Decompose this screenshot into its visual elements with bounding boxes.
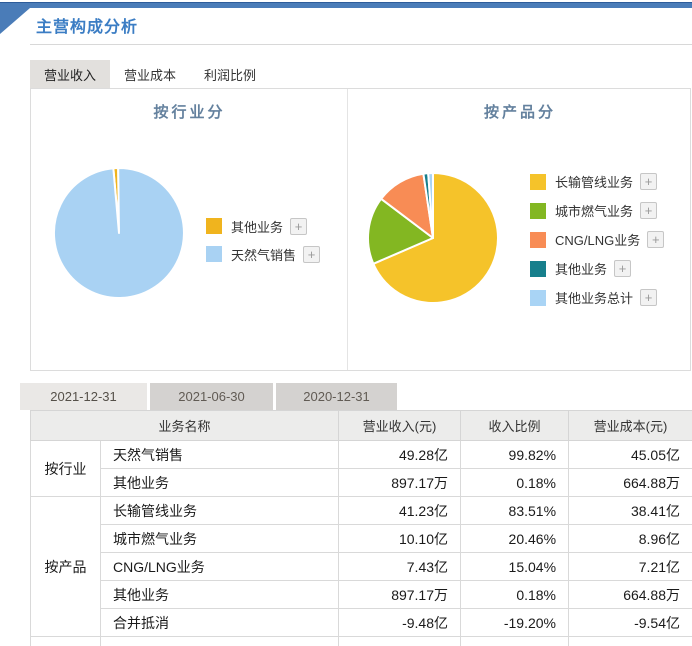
cell-cost: 38.41亿	[569, 497, 692, 525]
title-divider	[30, 44, 692, 45]
cell-business-name: CNG/LNG业务	[101, 553, 339, 581]
table-row: 按产品长输管线业务41.23亿83.51%38.41亿	[31, 497, 692, 525]
pie-slice[interactable]	[54, 168, 184, 298]
legend-by-industry: 其他业务 + 天然气销售 +	[206, 212, 320, 268]
legend-label: 长输管线业务	[555, 172, 633, 191]
table-header-row: 业务名称 营业收入(元) 收入比例 营业成本(元)	[31, 411, 692, 441]
empty-cell	[569, 637, 692, 646]
legend-item[interactable]: 其他业务总计 +	[530, 283, 664, 312]
cell-business-name: 天然气销售	[101, 441, 339, 469]
legend-item[interactable]: 长输管线业务 +	[530, 167, 664, 196]
add-series-plus-icon[interactable]: +	[640, 173, 657, 190]
legend-swatch-icon	[206, 218, 222, 234]
table-row: 合并抵消-9.48亿-19.20%-9.54亿	[31, 609, 692, 637]
cell-revenue: 897.17万	[339, 581, 461, 609]
legend-item[interactable]: 天然气销售 +	[206, 240, 320, 268]
legend-by-product: 长输管线业务+城市燃气业务+CNG/LNG业务+其他业务+其他业务总计+	[530, 167, 664, 312]
legend-label: 其他业务总计	[555, 288, 633, 307]
table-row: 其他业务897.17万0.18%664.88万	[31, 469, 692, 497]
cell-cost: 8.96亿	[569, 525, 692, 553]
chart-title-by-industry: 按行业分	[31, 101, 348, 122]
table-row: 其他业务897.17万0.18%664.88万	[31, 581, 692, 609]
legend-label: 其他业务	[231, 217, 283, 236]
empty-cell	[461, 637, 569, 646]
cell-cost: -9.54亿	[569, 609, 692, 637]
cell-revenue: 7.43亿	[339, 553, 461, 581]
col-header-business-name: 业务名称	[31, 411, 339, 441]
add-series-plus-icon[interactable]: +	[647, 231, 664, 248]
cell-ratio: 83.51%	[461, 497, 569, 525]
cell-cost: 7.21亿	[569, 553, 692, 581]
legend-swatch-icon	[530, 174, 546, 190]
table-row: CNG/LNG业务7.43亿15.04%7.21亿	[31, 553, 692, 581]
legend-item[interactable]: CNG/LNG业务 +	[530, 225, 664, 254]
empty-cell	[339, 637, 461, 646]
cell-ratio: -19.20%	[461, 609, 569, 637]
cell-business-name: 合并抵消	[101, 609, 339, 637]
cell-cost: 664.88万	[569, 581, 692, 609]
cell-cost: 664.88万	[569, 469, 692, 497]
metric-tabs: 营业收入 营业成本 利润比例	[30, 60, 270, 88]
corner-ribbon	[0, 8, 30, 34]
col-header-revenue: 营业收入(元)	[339, 411, 461, 441]
row-group-label: 按行业	[31, 441, 101, 497]
tab-operating-revenue[interactable]: 营业收入	[30, 60, 110, 88]
col-header-cost: 营业成本(元)	[569, 411, 692, 441]
chart-title-by-product: 按产品分	[348, 101, 692, 122]
add-series-plus-icon[interactable]: +	[614, 260, 631, 277]
add-series-plus-icon[interactable]: +	[640, 202, 657, 219]
pie-chart-by-industry	[49, 163, 189, 303]
legend-swatch-icon	[530, 203, 546, 219]
cell-ratio: 0.18%	[461, 469, 569, 497]
cell-revenue: 49.28亿	[339, 441, 461, 469]
table-row-partial	[31, 637, 692, 646]
composition-table: 业务名称 营业收入(元) 收入比例 营业成本(元) 按行业天然气销售49.28亿…	[30, 410, 692, 646]
cell-business-name: 其他业务	[101, 469, 339, 497]
legend-swatch-icon	[206, 246, 222, 262]
cell-ratio: 99.82%	[461, 441, 569, 469]
cell-ratio: 15.04%	[461, 553, 569, 581]
cell-ratio: 20.46%	[461, 525, 569, 553]
empty-cell	[31, 637, 101, 646]
table-row: 按行业天然气销售49.28亿99.82%45.05亿	[31, 441, 692, 469]
cell-revenue: 41.23亿	[339, 497, 461, 525]
panel-divider	[347, 89, 348, 370]
date-tab-2020-12-31[interactable]: 2020-12-31	[276, 383, 397, 410]
cell-revenue: 10.10亿	[339, 525, 461, 553]
cell-cost: 45.05亿	[569, 441, 692, 469]
legend-item[interactable]: 其他业务 +	[530, 254, 664, 283]
pie-chart-by-product	[363, 168, 503, 308]
charts-panel: 按行业分 按产品分 其他业务+天然气销售+ 长输管线业务+城市燃气业务+CNG/…	[30, 88, 691, 371]
legend-label: 天然气销售	[231, 245, 296, 264]
cell-revenue: 897.17万	[339, 469, 461, 497]
empty-cell	[101, 637, 339, 646]
legend-label: 其他业务	[555, 259, 607, 278]
tab-profit-ratio[interactable]: 利润比例	[190, 60, 270, 88]
add-series-plus-icon[interactable]: +	[290, 218, 307, 235]
cell-business-name: 长输管线业务	[101, 497, 339, 525]
date-tab-2021-06-30[interactable]: 2021-06-30	[150, 383, 273, 410]
tab-operating-cost[interactable]: 营业成本	[110, 60, 190, 88]
legend-label: CNG/LNG业务	[555, 230, 640, 249]
page-title: 主营构成分析	[36, 13, 138, 37]
cell-ratio: 0.18%	[461, 581, 569, 609]
legend-swatch-icon	[530, 290, 546, 306]
date-tab-2021-12-31[interactable]: 2021-12-31	[20, 383, 147, 410]
table-row: 城市燃气业务10.10亿20.46%8.96亿	[31, 525, 692, 553]
row-group-label: 按产品	[31, 497, 101, 637]
cell-business-name: 其他业务	[101, 581, 339, 609]
add-series-plus-icon[interactable]: +	[640, 289, 657, 306]
legend-item[interactable]: 城市燃气业务 +	[530, 196, 664, 225]
legend-swatch-icon	[530, 232, 546, 248]
report-date-tabs: 2021-12-31 2021-06-30 2020-12-31	[20, 383, 400, 410]
top-accent-bar	[0, 2, 692, 8]
legend-swatch-icon	[530, 261, 546, 277]
add-series-plus-icon[interactable]: +	[303, 246, 320, 263]
cell-business-name: 城市燃气业务	[101, 525, 339, 553]
legend-item[interactable]: 其他业务 +	[206, 212, 320, 240]
col-header-ratio: 收入比例	[461, 411, 569, 441]
legend-label: 城市燃气业务	[555, 201, 633, 220]
cell-revenue: -9.48亿	[339, 609, 461, 637]
